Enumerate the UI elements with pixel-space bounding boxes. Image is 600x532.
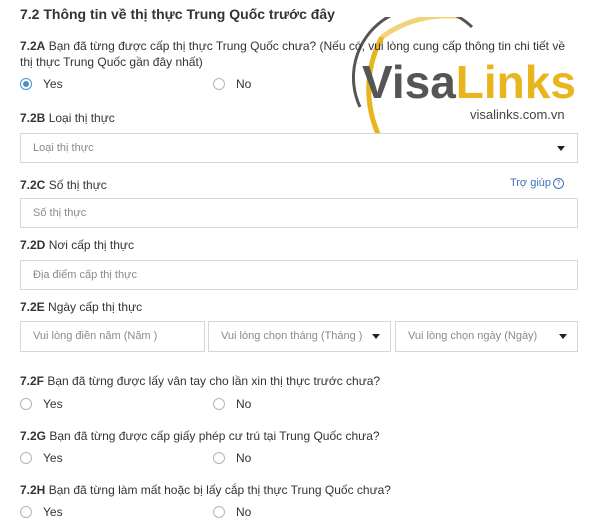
radio-7-2a-yes-label: Yes [43,77,63,91]
issue-place-placeholder: Địa điểm cấp thị thực [33,269,137,281]
chevron-down-icon [559,334,567,339]
radio-7-2a-no[interactable] [213,78,225,90]
issue-year-input[interactable]: Vui lòng điền năm (Năm ) [20,321,205,352]
radio-7-2h-no-label: No [236,505,252,519]
issue-month-select[interactable]: Vui lòng chọn tháng (Tháng ) [208,321,391,352]
question-7-2d: 7.2D Nơi cấp thị thực [20,238,134,252]
radio-7-2h-no[interactable] [213,506,225,518]
radio-7-2a-yes[interactable] [20,78,32,90]
question-7-2b: 7.2B Loại thị thực [20,111,115,125]
radio-7-2g-no-label: No [236,451,252,465]
visa-number-placeholder: Số thị thực [33,207,87,219]
visa-type-placeholder: Loại thị thực [33,142,94,154]
question-7-2h: 7.2H Bạn đã từng làm mất hoặc bị lấy cắp… [20,483,391,497]
issue-month-placeholder: Vui lòng chọn tháng (Tháng ) [221,330,363,342]
issue-place-input[interactable]: Địa điểm cấp thị thực [20,260,578,290]
watermark-url: visalinks.com.vn [470,107,565,122]
radio-7-2f-yes[interactable] [20,398,32,410]
help-link[interactable]: Trợ giúp? [510,177,564,189]
question-7-2c: 7.2C Số thị thực [20,178,107,192]
radio-7-2f-yes-label: Yes [43,397,63,411]
radio-7-2a-no-label: No [236,77,252,91]
question-7-2a: 7.2A Bạn đã từng được cấp thị thực Trung… [20,39,565,69]
radio-7-2f-no[interactable] [213,398,225,410]
section-title: 7.2 Thông tin về thị thực Trung Quốc trư… [20,6,335,22]
issue-day-select[interactable]: Vui lòng chọn ngày (Ngày) [395,321,578,352]
help-icon: ? [553,178,564,189]
radio-7-2h-yes[interactable] [20,506,32,518]
question-7-2g: 7.2G Bạn đã từng được cấp giấy phép cư t… [20,429,380,443]
radio-7-2g-yes-label: Yes [43,451,63,465]
chevron-down-icon [557,146,565,151]
radio-7-2f-no-label: No [236,397,252,411]
question-7-2f: 7.2F Bạn đã từng được lấy vân tay cho lầ… [20,374,381,388]
question-7-2e: 7.2E Ngày cấp thị thực [20,300,143,314]
radio-7-2h-yes-label: Yes [43,505,63,519]
visa-type-select[interactable]: Loại thị thực [20,133,578,163]
issue-year-placeholder: Vui lòng điền năm (Năm ) [33,330,158,342]
issue-day-placeholder: Vui lòng chọn ngày (Ngày) [408,330,538,342]
radio-7-2g-no[interactable] [213,452,225,464]
chevron-down-icon [372,334,380,339]
visa-number-input[interactable]: Số thị thực [20,198,578,228]
radio-7-2g-yes[interactable] [20,452,32,464]
